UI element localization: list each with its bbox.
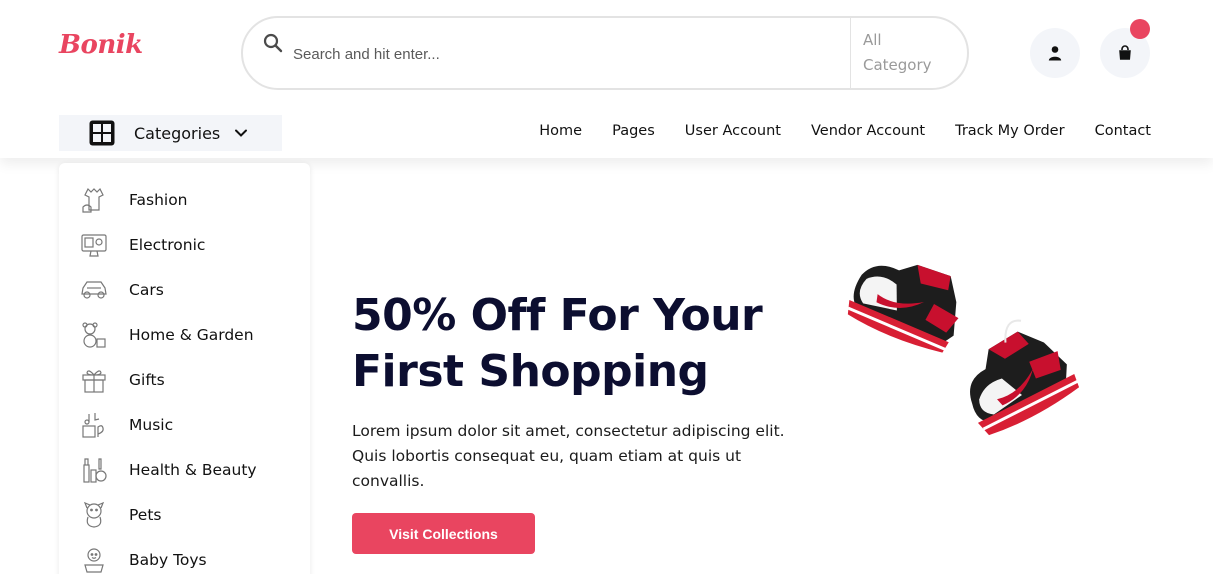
search-category-select[interactable]: All Category — [863, 28, 953, 78]
sidebar-item-pets[interactable]: Pets — [59, 495, 310, 535]
sidebar-item-label: Health & Beauty — [129, 461, 257, 479]
sidebar-item-home-garden[interactable]: Home & Garden — [59, 315, 310, 355]
user-icon — [1048, 46, 1062, 61]
sidebar-item-label: Home & Garden — [129, 326, 254, 344]
hero-title-line-1: 50% Off For Your — [352, 290, 763, 341]
nav-pages[interactable]: Pages — [612, 123, 655, 139]
cart-badge — [1130, 19, 1150, 39]
sidebar-item-cars[interactable]: Cars — [59, 270, 310, 310]
hero-description: Lorem ipsum dolor sit amet, consectetur … — [352, 422, 785, 490]
sneakers-image — [847, 264, 1080, 436]
search-icon — [263, 33, 283, 53]
logo[interactable]: Bonik — [59, 30, 143, 60]
main-nav: Home Pages User Account Vendor Account T… — [539, 123, 1151, 139]
category-menu: Fashion Electronic Cars Home & Garden Gi… — [59, 163, 310, 574]
sidebar-item-label: Gifts — [129, 371, 165, 389]
user-account-button[interactable] — [1030, 28, 1080, 78]
sidebar-item-music[interactable]: Music — [59, 405, 310, 445]
nav-contact[interactable]: Contact — [1095, 123, 1151, 139]
pet-icon — [83, 501, 105, 528]
sidebar-item-label: Pets — [129, 506, 162, 524]
chevron-down-icon — [235, 129, 248, 137]
dress-icon — [82, 187, 104, 213]
sidebar-item-label: Fashion — [129, 191, 188, 209]
shopping-bag-icon — [1119, 45, 1131, 60]
sidebar-item-label: Cars — [129, 281, 164, 299]
nav-vendor-account[interactable]: Vendor Account — [811, 123, 925, 139]
search-divider — [850, 18, 851, 88]
hero-title-line-2: First Shopping — [352, 346, 709, 397]
nav-track-my-order[interactable]: Track My Order — [955, 123, 1064, 139]
sidebar-item-label: Baby Toys — [129, 551, 207, 569]
nav-user-account[interactable]: User Account — [685, 123, 781, 139]
search-bar: All Category — [241, 16, 969, 90]
visit-collections-button[interactable]: Visit Collections — [352, 513, 535, 554]
search-input[interactable] — [293, 38, 833, 70]
sidebar-item-health-beauty[interactable]: Health & Beauty — [59, 450, 310, 490]
top-header: Bonik All Category Categories — [0, 0, 1213, 158]
sidebar-item-baby-toys[interactable]: Baby Toys — [59, 540, 310, 574]
car-icon — [81, 281, 107, 299]
sidebar-item-electronic[interactable]: Electronic — [59, 225, 310, 265]
gift-icon — [82, 370, 106, 393]
categories-label: Categories — [134, 123, 221, 143]
category-grid-icon — [89, 120, 115, 146]
monitor-icon — [81, 234, 107, 257]
teddy-bear-icon — [82, 322, 106, 348]
nav-home[interactable]: Home — [539, 123, 582, 139]
sidebar-item-gifts[interactable]: Gifts — [59, 360, 310, 400]
cosmetics-icon — [83, 458, 107, 483]
sidebar-item-label: Music — [129, 416, 174, 434]
categories-dropdown-button[interactable]: Categories — [59, 115, 282, 151]
hero-title: 50% Off For Your First Shopping — [352, 288, 792, 400]
music-icon — [82, 413, 104, 438]
baby-icon — [84, 548, 104, 573]
sidebar-item-label: Electronic — [129, 236, 206, 254]
sidebar-item-fashion[interactable]: Fashion — [59, 180, 310, 220]
